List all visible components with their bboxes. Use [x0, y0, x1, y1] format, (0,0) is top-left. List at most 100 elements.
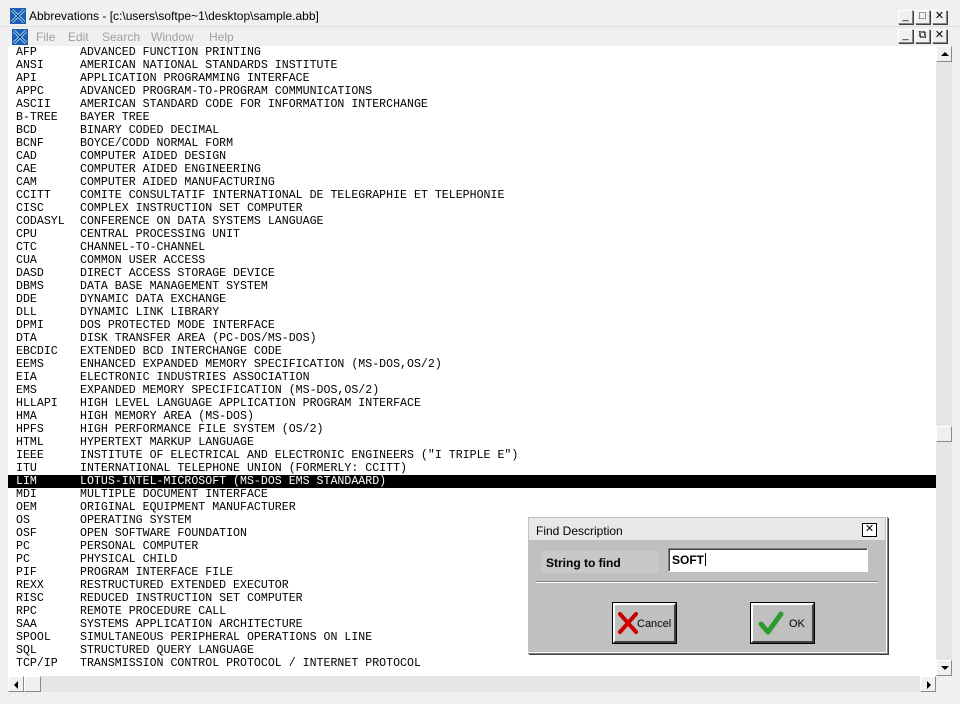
- entry-description: PROGRAM INTERFACE FILE: [80, 566, 234, 579]
- entry-row[interactable]: CAE COMPUTER AIDED ENGINEERING: [8, 163, 936, 176]
- entry-row[interactable]: MDI MULTIPLE DOCUMENT INTERFACE: [8, 488, 936, 501]
- entry-abbreviation: REXX: [16, 579, 44, 592]
- entry-row[interactable]: CPU CENTRAL PROCESSING UNIT: [8, 228, 936, 241]
- entry-description: OPEN SOFTWARE FOUNDATION: [80, 527, 247, 540]
- entry-abbreviation: HMA: [16, 410, 37, 423]
- entry-description: INTERNATIONAL TELEPHONE UNION (FORMERLY:…: [80, 462, 407, 475]
- entry-row[interactable]: ASCII AMERICAN STANDARD CODE FOR INFORMAT…: [8, 98, 936, 111]
- menu-window[interactable]: Window: [151, 30, 194, 44]
- entry-abbreviation: EIA: [16, 371, 37, 384]
- entry-row[interactable]: CISC COMPLEX INSTRUCTION SET COMPUTER: [8, 202, 936, 215]
- entry-row[interactable]: HTML HYPERTEXT MARKUP LANGUAGE: [8, 436, 936, 449]
- entry-description: DIRECT ACCESS STORAGE DEVICE: [80, 267, 275, 280]
- vertical-scroll-thumb[interactable]: [936, 426, 952, 442]
- entry-abbreviation: CTC: [16, 241, 37, 254]
- child-close-button[interactable]: ✕: [932, 29, 947, 43]
- entry-row[interactable]: DASD DIRECT ACCESS STORAGE DEVICE: [8, 267, 936, 280]
- entry-description: AMERICAN STANDARD CODE FOR INFORMATION I…: [80, 98, 428, 111]
- entry-row[interactable]: TCP/IP TRANSMISSION CONTROL PROTOCOL / IN…: [8, 657, 936, 670]
- vertical-scrollbar[interactable]: [936, 46, 952, 676]
- scroll-right-button[interactable]: [920, 676, 936, 692]
- entry-abbreviation: RISC: [16, 592, 44, 605]
- entry-row[interactable]: DLL DYNAMIC LINK LIBRARY: [8, 306, 936, 319]
- entry-row[interactable]: CUA COMMON USER ACCESS: [8, 254, 936, 267]
- menu-edit[interactable]: Edit: [68, 30, 89, 44]
- scroll-left-button[interactable]: [8, 676, 24, 692]
- entry-row[interactable]: ANSI AMERICAN NATIONAL STANDARDS INSTITUT…: [8, 59, 936, 72]
- entry-abbreviation: AFP: [16, 46, 37, 59]
- ok-button[interactable]: OK: [751, 603, 814, 643]
- entry-description: EXTENDED BCD INTERCHANGE CODE: [80, 345, 282, 358]
- entry-abbreviation: CAE: [16, 163, 37, 176]
- minimize-button[interactable]: _: [898, 10, 913, 24]
- menu-file[interactable]: File: [36, 30, 55, 44]
- menu-help[interactable]: Help: [209, 30, 234, 44]
- dialog-separator: [536, 581, 878, 583]
- entry-description: MULTIPLE DOCUMENT INTERFACE: [80, 488, 268, 501]
- entry-description: DYNAMIC LINK LIBRARY: [80, 306, 220, 319]
- document-icon[interactable]: [12, 29, 28, 45]
- cancel-button[interactable]: Cancel: [613, 603, 676, 643]
- entry-abbreviation: TCP/IP: [16, 657, 58, 670]
- entry-abbreviation: OSF: [16, 527, 37, 540]
- dialog-title: Find Description: [536, 524, 623, 538]
- entry-row[interactable]: APPC ADVANCED PROGRAM-TO-PROGRAM COMMUNIC…: [8, 85, 936, 98]
- entry-row[interactable]: EIA ELECTRONIC INDUSTRIES ASSOCIATION: [8, 371, 936, 384]
- dialog-close-button[interactable]: ✕: [862, 523, 877, 537]
- input-value: SOFT: [672, 553, 704, 567]
- entry-description: RESTRUCTURED EXTENDED EXECUTOR: [80, 579, 289, 592]
- app-icon: [10, 8, 26, 24]
- entry-row[interactable]: CCITT COMITE CONSULTATIF INTERNATIONAL DE…: [8, 189, 936, 202]
- entry-description: SYSTEMS APPLICATION ARCHITECTURE: [80, 618, 303, 631]
- entry-row[interactable]: BCNF BOYCE/CODD NORMAL FORM: [8, 137, 936, 150]
- child-minimize-button[interactable]: _: [898, 29, 913, 43]
- menu-search[interactable]: Search: [102, 30, 140, 44]
- entry-row[interactable]: HMA HIGH MEMORY AREA (MS-DOS): [8, 410, 936, 423]
- close-button[interactable]: ✕: [932, 10, 947, 24]
- entry-description: BAYER TREE: [80, 111, 150, 124]
- scroll-down-button[interactable]: [936, 660, 952, 676]
- selected-entry-row[interactable]: LIM LOTUS-INTEL-MICROSOFT (MS-DOS EMS STA…: [8, 475, 936, 488]
- entry-row[interactable]: AFP ADVANCED FUNCTION PRINTING: [8, 46, 936, 59]
- entry-row[interactable]: ITU INTERNATIONAL TELEPHONE UNION (FORMER…: [8, 462, 936, 475]
- entry-row[interactable]: EMS EXPANDED MEMORY SPECIFICATION (MS-DOS…: [8, 384, 936, 397]
- entry-abbreviation: CCITT: [16, 189, 51, 202]
- entry-row[interactable]: CAM COMPUTER AIDED MANUFACTURING: [8, 176, 936, 189]
- horizontal-scroll-thumb[interactable]: [24, 676, 41, 692]
- entry-description: REDUCED INSTRUCTION SET COMPUTER: [80, 592, 303, 605]
- child-restore-button[interactable]: ⧉: [915, 29, 930, 43]
- entry-row[interactable]: CODASYL CONFERENCE ON DATA SYSTEMS LANGUA…: [8, 215, 936, 228]
- entry-row[interactable]: EBCDIC EXTENDED BCD INTERCHANGE CODE: [8, 345, 936, 358]
- string-to-find-input[interactable]: SOFT: [668, 548, 868, 572]
- entry-description: COMPUTER AIDED MANUFACTURING: [80, 176, 275, 189]
- entry-row[interactable]: API APPLICATION PROGRAMMING INTERFACE: [8, 72, 936, 85]
- entry-row[interactable]: IEEE INSTITUTE OF ELECTRICAL AND ELECTRON…: [8, 449, 936, 462]
- entry-abbreviation: MDI: [16, 488, 37, 501]
- cancel-label: Cancel: [637, 618, 672, 630]
- entry-row[interactable]: OEM ORIGINAL EQUIPMENT MANUFACTURER: [8, 501, 936, 514]
- entry-row[interactable]: CTC CHANNEL-TO-CHANNEL: [8, 241, 936, 254]
- menu-bar: File Edit Search Window Help _ ⧉ ✕: [0, 27, 960, 46]
- entry-row[interactable]: HPFS HIGH PERFORMANCE FILE SYSTEM (OS/2): [8, 423, 936, 436]
- maximize-button[interactable]: □: [915, 10, 930, 24]
- entry-row[interactable]: CAD COMPUTER AIDED DESIGN: [8, 150, 936, 163]
- entry-row[interactable]: BCD BINARY CODED DECIMAL: [8, 124, 936, 137]
- entry-abbreviation: DDE: [16, 293, 37, 306]
- entry-row[interactable]: B-TREE BAYER TREE: [8, 111, 936, 124]
- scroll-up-button[interactable]: [936, 46, 952, 62]
- entry-row[interactable]: DDE DYNAMIC DATA EXCHANGE: [8, 293, 936, 306]
- red-x-icon: [618, 612, 638, 634]
- entry-row[interactable]: DPMI DOS PROTECTED MODE INTERFACE: [8, 319, 936, 332]
- horizontal-scrollbar[interactable]: [8, 676, 936, 692]
- entry-row[interactable]: EEMS ENHANCED EXPANDED MEMORY SPECIFICATI…: [8, 358, 936, 371]
- entry-description: TRANSMISSION CONTROL PROTOCOL / INTERNET…: [80, 657, 421, 670]
- entry-row[interactable]: HLLAPI HIGH LEVEL LANGUAGE APPLICATION PR…: [8, 397, 936, 410]
- entry-row[interactable]: DBMS DATA BASE MANAGEMENT SYSTEM: [8, 280, 936, 293]
- entry-description: DATA BASE MANAGEMENT SYSTEM: [80, 280, 268, 293]
- text-caret: [705, 553, 706, 566]
- entry-abbreviation: HLLAPI: [16, 397, 58, 410]
- entry-abbreviation: OEM: [16, 501, 37, 514]
- entry-description: CONFERENCE ON DATA SYSTEMS LANGUAGE: [80, 215, 324, 228]
- entry-row[interactable]: DTA DISK TRANSFER AREA (PC-DOS/MS-DOS): [8, 332, 936, 345]
- entry-abbreviation: API: [16, 72, 37, 85]
